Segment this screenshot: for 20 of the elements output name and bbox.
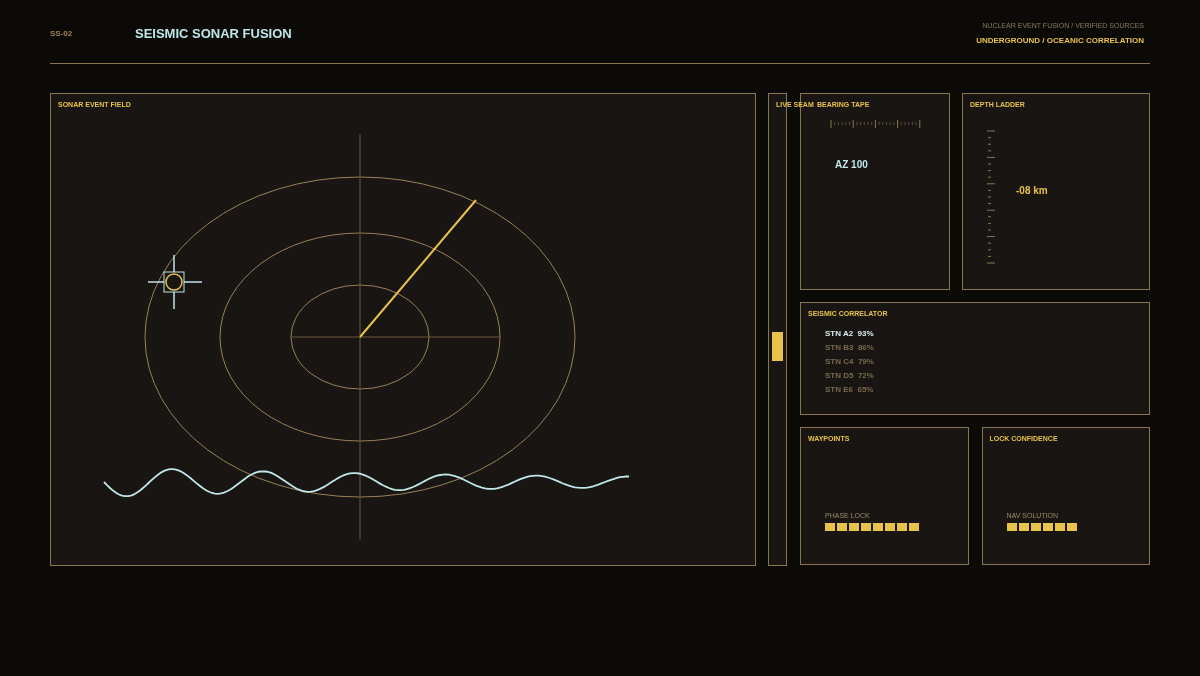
seam-indicator: [772, 332, 783, 361]
station-row[interactable]: STN A2 93%: [825, 329, 874, 338]
station-row[interactable]: STN E6 65%: [825, 385, 874, 394]
mode-label: UNDERGROUND / OCEANIC CORRELATION: [976, 36, 1144, 45]
meter-segment: [897, 523, 907, 531]
meter-segment: [885, 523, 895, 531]
target-reticle-icon: [147, 254, 203, 310]
station-row[interactable]: STN B3 86%: [825, 343, 874, 352]
depth-reading: -08 km: [1016, 185, 1048, 196]
bearing-reading: AZ 100: [835, 159, 868, 170]
meter-segment: [837, 523, 847, 531]
meter-segment: [849, 523, 859, 531]
meter-segment: [873, 523, 883, 531]
meter-segment: [909, 523, 919, 531]
station-row[interactable]: STN D5 72%: [825, 371, 874, 380]
screen-code: SS-02: [50, 29, 74, 38]
meter-segment: [861, 523, 871, 531]
station-row[interactable]: STN C4 79%: [825, 357, 874, 366]
meter-segment: [825, 523, 835, 531]
screen-title: SEISMIC SONAR FUSION: [135, 26, 293, 41]
